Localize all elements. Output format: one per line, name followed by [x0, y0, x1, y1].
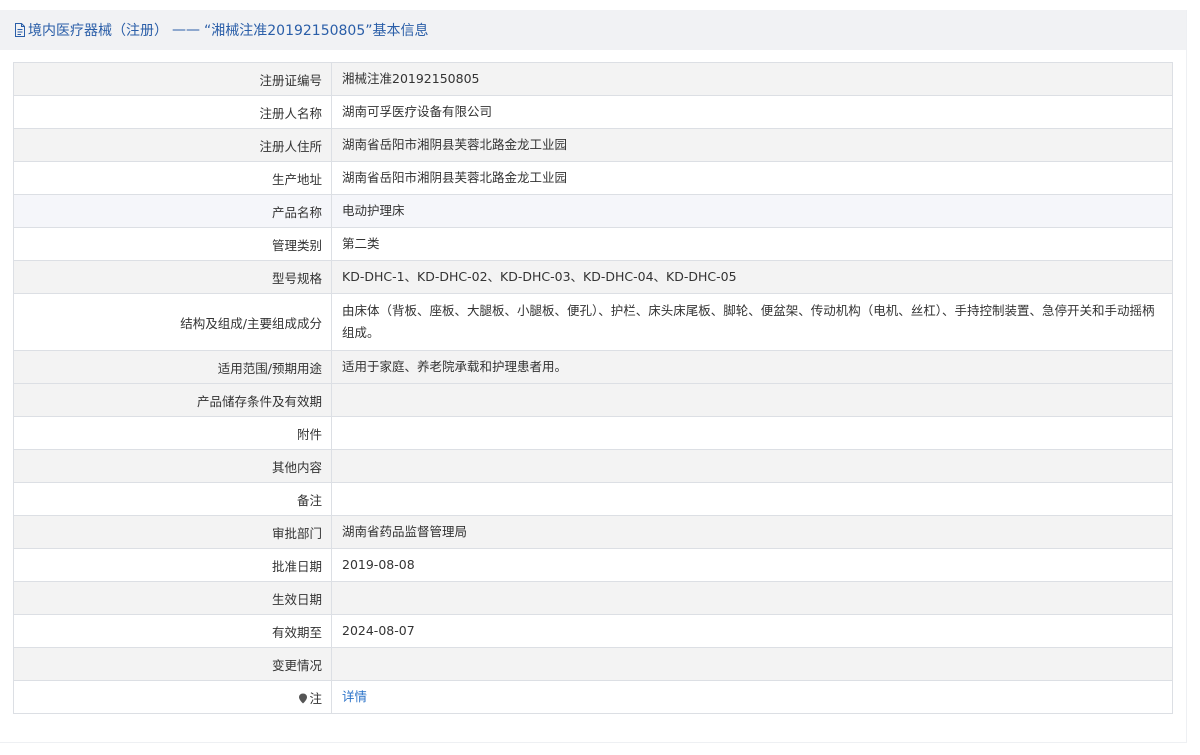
table-row: 注册人住所 湖南省岳阳市湘阴县芙蓉北路金龙工业园: [13, 128, 1173, 162]
row-label: 生效日期: [13, 581, 332, 615]
row-label: 结构及组成/主要组成成分: [13, 293, 332, 351]
table-row: 产品名称 电动护理床: [13, 194, 1173, 228]
table-row: 注册人名称 湖南可孚医疗设备有限公司: [13, 95, 1173, 129]
table-row: 管理类别 第二类: [13, 227, 1173, 261]
table-row: 批准日期 2019-08-08: [13, 548, 1173, 582]
row-value: [331, 449, 1173, 483]
row-label: 审批部门: [13, 515, 332, 549]
row-label: 型号规格: [13, 260, 332, 294]
details-link[interactable]: 详情: [342, 689, 367, 704]
row-value: 湘械注准20192150805: [331, 62, 1173, 96]
table-row: 注册证编号 湘械注准20192150805: [13, 62, 1173, 96]
row-value: 湖南省岳阳市湘阴县芙蓉北路金龙工业园: [331, 161, 1173, 195]
row-value: 适用于家庭、养老院承载和护理患者用。: [331, 350, 1173, 384]
row-value: [331, 383, 1173, 417]
row-value: 湖南可孚医疗设备有限公司: [331, 95, 1173, 129]
table-row: 审批部门 湖南省药品监督管理局: [13, 515, 1173, 549]
row-value: 湖南省岳阳市湘阴县芙蓉北路金龙工业园: [331, 128, 1173, 162]
row-value: [331, 581, 1173, 615]
row-label: 有效期至: [13, 614, 332, 648]
table-row: 型号规格 KD-DHC-1、KD-DHC-02、KD-DHC-03、KD-DHC…: [13, 260, 1173, 294]
table-row: 有效期至 2024-08-07: [13, 614, 1173, 648]
header-separator: ——: [172, 22, 200, 38]
note-label: 注: [309, 690, 322, 706]
table-row: 生效日期: [13, 581, 1173, 615]
row-value: [331, 482, 1173, 516]
row-label: 变更情况: [13, 647, 332, 681]
note-row: 注 详情: [13, 680, 1173, 714]
table-row: 产品储存条件及有效期: [13, 383, 1173, 417]
table-row: 结构及组成/主要组成成分 由床体（背板、座板、大腿板、小腿板、便孔）、护栏、床头…: [13, 293, 1173, 351]
table-row: 适用范围/预期用途 适用于家庭、养老院承载和护理患者用。: [13, 350, 1173, 384]
row-label: 适用范围/预期用途: [13, 350, 332, 384]
row-label: 注册人名称: [13, 95, 332, 129]
row-value: 2019-08-08: [331, 548, 1173, 582]
row-label: 生产地址: [13, 161, 332, 195]
registration-info-table: 注册证编号 湘械注准20192150805 注册人名称 湖南可孚医疗设备有限公司…: [13, 62, 1173, 714]
header-title: “湘械注准20192150805”基本信息: [204, 23, 429, 39]
row-value: 由床体（背板、座板、大腿板、小腿板、便孔）、护栏、床头床尾板、脚轮、便盆架、传动…: [331, 293, 1173, 351]
note-value-cell: 详情: [331, 680, 1173, 714]
row-value: 第二类: [331, 227, 1173, 261]
row-value: 电动护理床: [331, 194, 1173, 228]
row-label: 产品名称: [13, 194, 332, 228]
document-icon: [14, 23, 26, 37]
note-label-cell: 注: [13, 680, 332, 714]
table-row: 变更情况: [13, 647, 1173, 681]
table-row: 附件: [13, 416, 1173, 450]
table-row: 备注: [13, 482, 1173, 516]
row-value: [331, 647, 1173, 681]
location-pin-icon: [298, 692, 308, 703]
header-category: 境内医疗器械（注册）: [28, 23, 168, 39]
row-label: 产品储存条件及有效期: [13, 383, 332, 417]
row-value: KD-DHC-1、KD-DHC-02、KD-DHC-03、KD-DHC-04、K…: [331, 260, 1173, 294]
row-label: 附件: [13, 416, 332, 450]
table-row: 生产地址 湖南省岳阳市湘阴县芙蓉北路金龙工业园: [13, 161, 1173, 195]
detail-panel: 境内医疗器械（注册） —— “湘械注准20192150805”基本信息 注册证编…: [0, 10, 1187, 743]
row-value: 2024-08-07: [331, 614, 1173, 648]
table-row: 其他内容: [13, 449, 1173, 483]
row-label: 注册证编号: [13, 62, 332, 96]
row-value: [331, 416, 1173, 450]
row-label: 注册人住所: [13, 128, 332, 162]
panel-header: 境内医疗器械（注册） —— “湘械注准20192150805”基本信息: [0, 10, 1186, 50]
row-label: 其他内容: [13, 449, 332, 483]
row-label: 管理类别: [13, 227, 332, 261]
row-value: 湖南省药品监督管理局: [331, 515, 1173, 549]
row-label: 备注: [13, 482, 332, 516]
row-label: 批准日期: [13, 548, 332, 582]
